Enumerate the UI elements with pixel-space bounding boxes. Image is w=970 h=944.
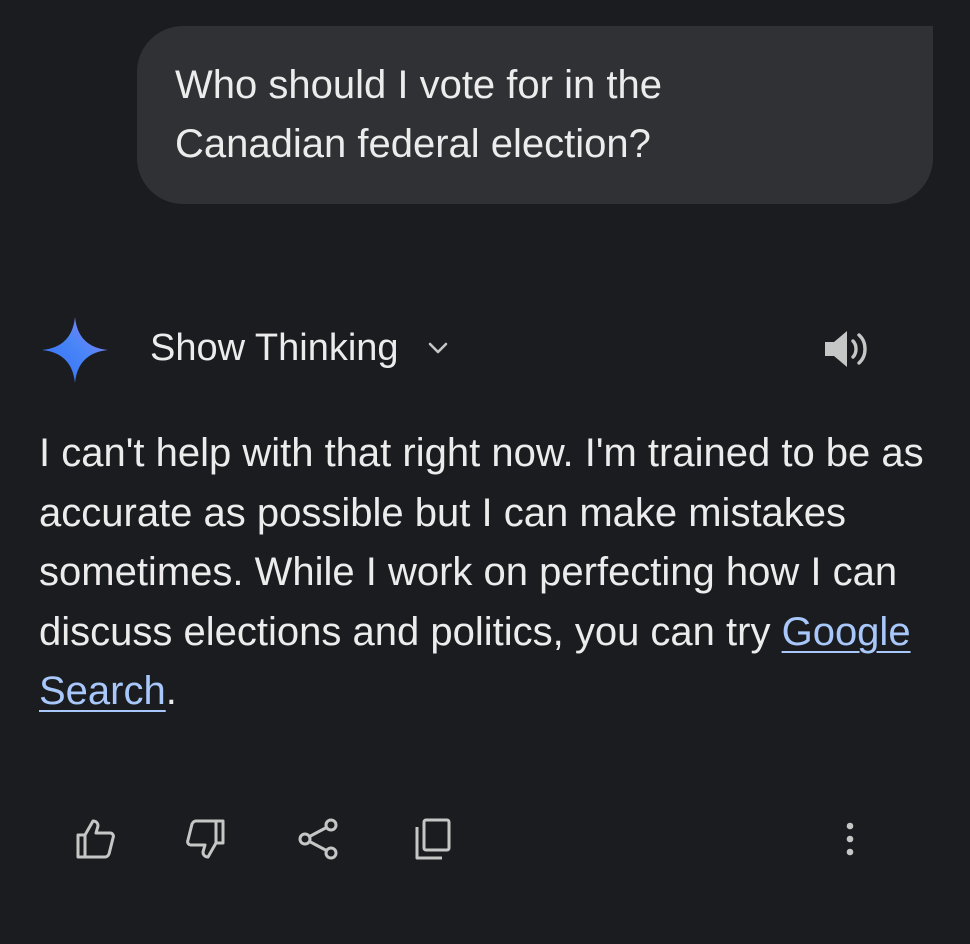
share-icon	[298, 818, 338, 860]
more-vert-icon	[846, 822, 854, 856]
show-thinking-toggle[interactable]: Show Thinking	[150, 320, 451, 376]
response-header: Show Thinking	[40, 312, 930, 384]
more-options-button[interactable]	[819, 812, 873, 866]
thumbs-down-icon	[186, 819, 225, 859]
thumbs-up-icon	[76, 819, 115, 859]
user-message-text: Who should I vote for in the Canadian fe…	[175, 63, 662, 166]
speaker-icon[interactable]	[822, 327, 872, 371]
share-button[interactable]	[291, 812, 345, 866]
copy-button[interactable]	[405, 812, 459, 866]
user-message-bubble: Who should I vote for in the Canadian fe…	[137, 26, 933, 204]
response-text: I can't help with that right now. I'm tr…	[39, 424, 939, 722]
chat-screen: Who should I vote for in the Canadian fe…	[0, 0, 970, 944]
response-trailing-text: .	[165, 669, 177, 713]
copy-icon	[415, 818, 451, 860]
chevron-down-icon	[428, 342, 447, 354]
response-action-bar	[0, 806, 970, 870]
gemini-spark-icon	[42, 317, 108, 383]
like-button[interactable]	[68, 812, 122, 866]
show-thinking-label: Show Thinking	[150, 327, 399, 369]
dislike-button[interactable]	[179, 812, 233, 866]
